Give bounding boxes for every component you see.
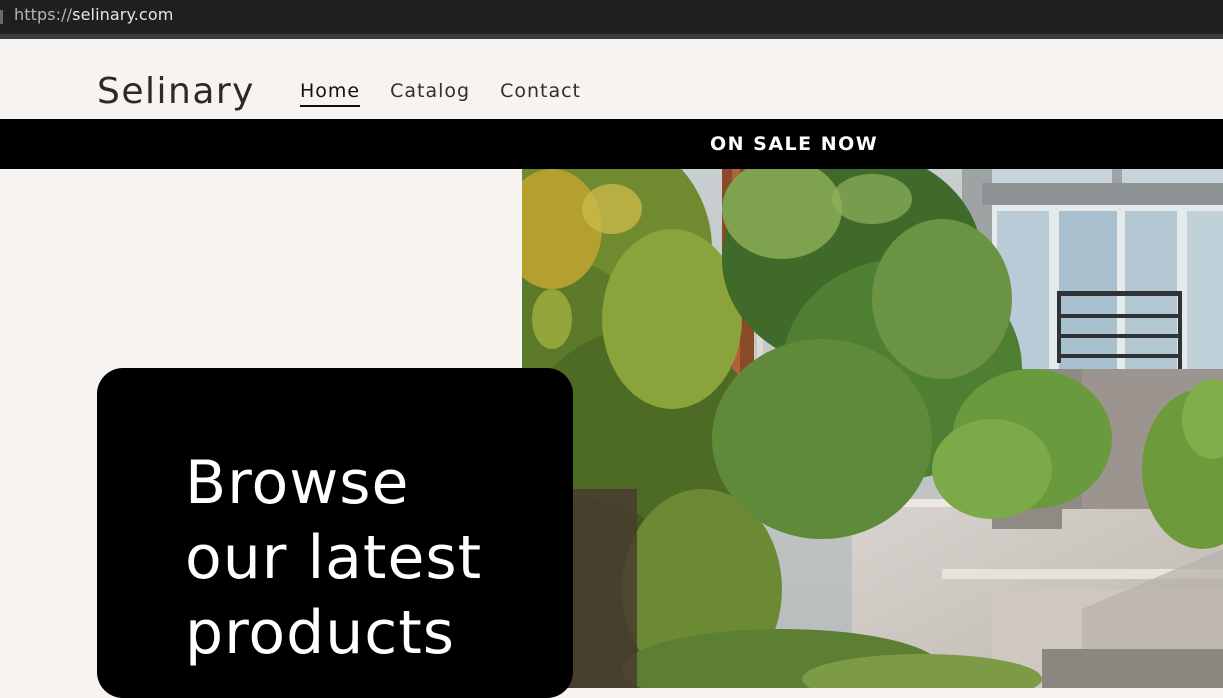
url-text[interactable]: https://selinary.com bbox=[14, 5, 173, 25]
building-with-plants-photo bbox=[522, 169, 1223, 688]
nav-item-contact[interactable]: Contact bbox=[500, 78, 581, 107]
address-bar-edge bbox=[0, 10, 3, 24]
hero-title-line: our latest bbox=[185, 523, 483, 593]
announcement-bar: ON SALE NOW bbox=[0, 119, 1223, 169]
hero-title: Browse our latest products bbox=[185, 446, 482, 671]
url-scheme: https:// bbox=[14, 5, 73, 24]
browser-address-bar[interactable]: https://selinary.com bbox=[0, 0, 1223, 39]
nav-item-home[interactable]: Home bbox=[300, 78, 361, 107]
hero-image bbox=[522, 169, 1223, 688]
main-nav: Home Catalog Contact bbox=[300, 78, 581, 107]
hero-title-line: products bbox=[185, 598, 456, 668]
url-host: selinary.com bbox=[72, 5, 174, 24]
hero-title-line: Browse bbox=[185, 448, 410, 518]
site-header: Selinary Home Catalog Contact bbox=[0, 40, 1223, 119]
hero-card: Browse our latest products bbox=[97, 368, 573, 698]
announcement-text[interactable]: ON SALE NOW bbox=[710, 132, 878, 156]
nav-item-catalog[interactable]: Catalog bbox=[390, 78, 470, 107]
site-logo[interactable]: Selinary bbox=[97, 70, 255, 114]
